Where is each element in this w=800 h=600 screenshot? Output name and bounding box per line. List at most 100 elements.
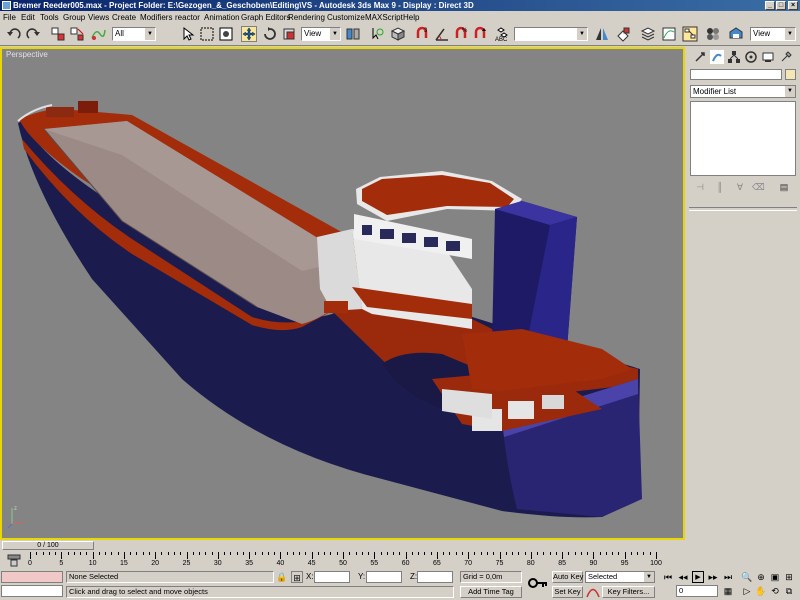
minimize-button[interactable]: _ bbox=[765, 1, 775, 10]
angle-snap-icon[interactable] bbox=[434, 26, 450, 42]
set-key-button[interactable]: Set Key bbox=[552, 586, 583, 598]
undo-icon[interactable] bbox=[6, 26, 22, 42]
orbit-icon[interactable]: ⟲ bbox=[769, 585, 781, 597]
lock-selection-icon[interactable]: 🔒 bbox=[276, 571, 288, 583]
render-type-dropdown[interactable]: View ▼ bbox=[750, 27, 796, 41]
edit-named-selections-icon[interactable]: ABC bbox=[494, 26, 510, 42]
layer-manager-icon[interactable] bbox=[640, 26, 656, 42]
play-icon[interactable]: ▶ bbox=[692, 571, 704, 583]
snaps-toggle-icon[interactable]: 3 bbox=[414, 26, 430, 42]
material-editor-icon[interactable] bbox=[705, 26, 721, 42]
field-of-view-icon[interactable]: ▷ bbox=[741, 585, 753, 597]
absolute-mode-transform-icon[interactable]: ⊞ bbox=[291, 571, 303, 583]
key-mode-dropdown[interactable]: Selected ▼ bbox=[585, 571, 655, 583]
menu-edit[interactable]: Edit bbox=[21, 11, 35, 24]
menu-animation[interactable]: Animation bbox=[204, 11, 240, 24]
bind-to-space-warp-icon[interactable] bbox=[90, 26, 106, 42]
default-in-out-tangent-icon[interactable] bbox=[586, 586, 600, 598]
window-crossing-icon[interactable] bbox=[218, 26, 234, 42]
configure-modifier-sets-icon[interactable]: ▤ bbox=[778, 181, 790, 193]
close-button[interactable]: × bbox=[788, 1, 798, 10]
next-frame-icon[interactable]: ▸▸ bbox=[707, 571, 719, 583]
menu-create[interactable]: Create bbox=[112, 11, 136, 24]
timeline-tick bbox=[55, 552, 57, 555]
render-scene-dialog-icon[interactable] bbox=[728, 26, 744, 42]
modifier-list-dropdown[interactable]: Modifier List ▼ bbox=[690, 85, 796, 98]
schematic-view-icon[interactable] bbox=[682, 26, 698, 42]
pin-stack-icon[interactable]: ⊣ bbox=[694, 181, 706, 193]
menu-group[interactable]: Group bbox=[63, 11, 85, 24]
goto-end-icon[interactable]: ⏭ bbox=[722, 571, 734, 583]
auto-key-button[interactable]: Auto Key bbox=[552, 571, 583, 583]
menu-views[interactable]: Views bbox=[88, 11, 109, 24]
select-region-icon[interactable] bbox=[199, 26, 215, 42]
select-object-icon[interactable] bbox=[180, 26, 196, 42]
menu-help[interactable]: Help bbox=[403, 11, 419, 24]
maximize-viewport-icon[interactable]: ⧉ bbox=[783, 585, 795, 597]
object-name-field[interactable] bbox=[690, 69, 782, 80]
goto-start-icon[interactable]: ⏮ bbox=[662, 571, 674, 583]
menu-reactor[interactable]: reactor bbox=[175, 11, 200, 24]
selection-filter-dropdown[interactable]: All ▼ bbox=[112, 27, 156, 41]
menu-rendering[interactable]: Rendering bbox=[288, 11, 325, 24]
select-and-scale-icon[interactable] bbox=[281, 26, 297, 42]
remove-modifier-icon[interactable]: ⌫ bbox=[752, 181, 765, 193]
key-filters-button[interactable]: Key Filters... bbox=[602, 586, 655, 598]
zoom-extents-icon[interactable]: ▣ bbox=[769, 571, 781, 583]
current-frame-field[interactable]: 0 bbox=[676, 585, 718, 597]
select-and-move-icon[interactable] bbox=[241, 26, 257, 42]
maxscript-listener-mini[interactable] bbox=[1, 571, 63, 583]
select-and-rotate-icon[interactable] bbox=[262, 26, 278, 42]
unlink-selection-icon[interactable] bbox=[69, 26, 85, 42]
mirror-icon[interactable] bbox=[594, 26, 610, 42]
redo-icon[interactable] bbox=[25, 26, 41, 42]
menu-file[interactable]: File bbox=[3, 11, 16, 24]
zoom-extents-all-icon[interactable]: ⊞ bbox=[783, 571, 795, 583]
select-and-manipulate-icon[interactable] bbox=[369, 26, 385, 42]
perspective-viewport[interactable]: Perspective z bbox=[0, 47, 685, 540]
display-tab-icon[interactable] bbox=[761, 50, 775, 64]
hierarchy-tab-icon[interactable] bbox=[727, 50, 741, 64]
y-label: Y: bbox=[358, 572, 366, 581]
object-color-swatch[interactable] bbox=[785, 69, 796, 80]
modify-tab-icon[interactable] bbox=[710, 50, 724, 64]
menu-customize[interactable]: Customize bbox=[327, 11, 365, 24]
maxscript-output-mini[interactable] bbox=[1, 585, 63, 597]
zoom-icon[interactable]: 🔍 bbox=[741, 571, 753, 583]
select-and-link-icon[interactable] bbox=[50, 26, 66, 42]
set-keys-icon[interactable] bbox=[528, 576, 548, 590]
track-bar-toggle-icon[interactable] bbox=[6, 552, 22, 568]
utilities-tab-icon[interactable] bbox=[779, 50, 793, 64]
maximize-button[interactable]: □ bbox=[776, 1, 786, 10]
motion-tab-icon[interactable] bbox=[744, 50, 758, 64]
time-configuration-icon[interactable]: ▦ bbox=[722, 585, 734, 597]
curve-editor-icon[interactable] bbox=[661, 26, 677, 42]
y-coordinate-field[interactable] bbox=[366, 571, 402, 583]
add-time-tag-button[interactable]: Add Time Tag bbox=[460, 586, 522, 598]
menu-maxscript[interactable]: MAXScript bbox=[365, 11, 403, 24]
x-coordinate-field[interactable] bbox=[314, 571, 350, 583]
menu-modifiers[interactable]: Modifiers bbox=[140, 11, 172, 24]
menu-tools[interactable]: Tools bbox=[40, 11, 59, 24]
main-toolbar: All ▼ View ▼ 3 % ABC ▼ View ▼ bbox=[0, 24, 800, 46]
previous-frame-icon[interactable]: ◂◂ bbox=[677, 571, 689, 583]
track-bar-ruler[interactable]: 0 5 10 15 20 25 30 35 40 45 50 55 60 65 70 75 80 85 90 95 10… bbox=[28, 552, 662, 569]
pan-icon[interactable]: ✋ bbox=[755, 585, 767, 597]
z-coordinate-field[interactable] bbox=[417, 571, 453, 583]
reference-coordinate-dropdown[interactable]: View ▼ bbox=[301, 27, 341, 41]
make-unique-icon[interactable]: ∀ bbox=[734, 181, 746, 193]
keyboard-shortcut-override-icon[interactable] bbox=[390, 26, 406, 42]
menu-graph-editors[interactable]: Graph Editors bbox=[241, 11, 290, 24]
spinner-snap-icon[interactable] bbox=[472, 26, 488, 42]
modifier-stack[interactable] bbox=[690, 101, 796, 176]
timeline-tick bbox=[130, 552, 132, 555]
align-icon[interactable] bbox=[615, 26, 631, 42]
time-slider[interactable]: 0 / 100 bbox=[2, 541, 94, 550]
named-selection-sets-dropdown[interactable]: ▼ bbox=[514, 27, 588, 41]
show-end-result-icon[interactable]: ║ bbox=[714, 181, 726, 193]
create-tab-icon[interactable] bbox=[693, 50, 707, 64]
timeline-tick bbox=[336, 552, 338, 555]
zoom-all-icon[interactable]: ⊕ bbox=[755, 571, 767, 583]
percent-snap-icon[interactable]: % bbox=[453, 26, 469, 42]
pivot-center-icon[interactable] bbox=[345, 26, 361, 42]
